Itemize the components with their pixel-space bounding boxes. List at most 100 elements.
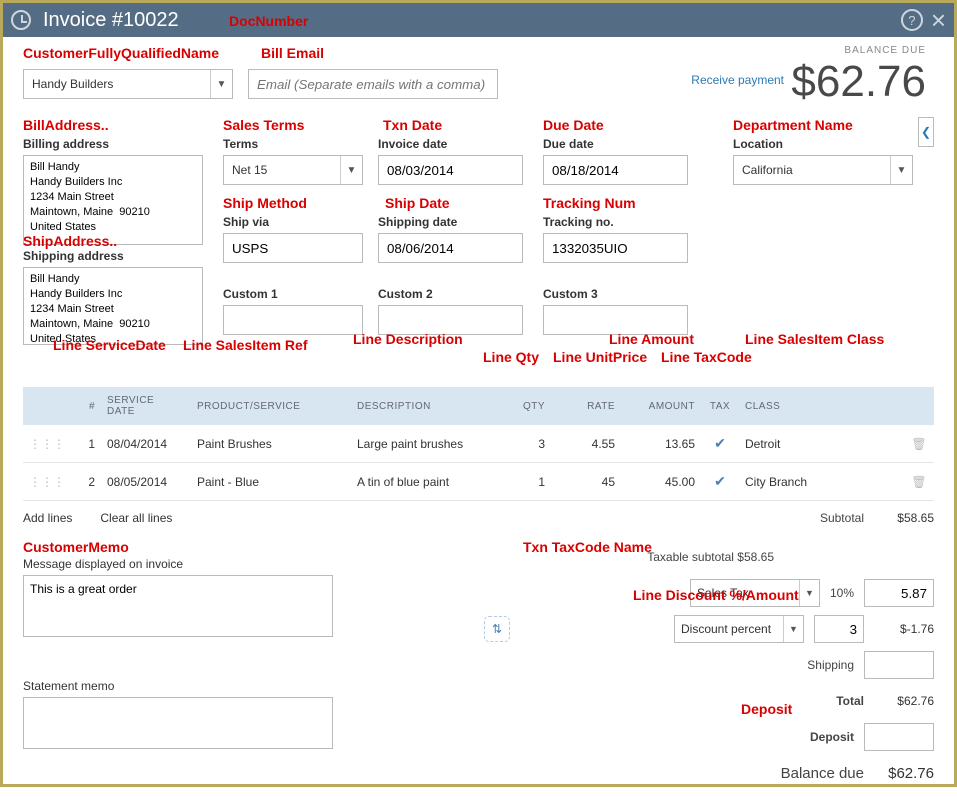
- clear-lines-button[interactable]: Clear all lines: [100, 511, 172, 525]
- subtotal-label: Subtotal: [820, 511, 864, 525]
- invoice-date-label: Invoice date: [378, 137, 523, 151]
- annot-billaddr: BillAddress..: [23, 117, 109, 133]
- tax-amount-input[interactable]: [864, 579, 934, 607]
- line-items-table: # SERVICE DATE PRODUCT/SERVICE DESCRIPTI…: [23, 387, 934, 501]
- annot-txndate: Txn Date: [383, 117, 442, 133]
- drag-handle-icon[interactable]: ⋮⋮⋮: [23, 463, 71, 501]
- shipdate-input[interactable]: [378, 233, 523, 263]
- tracking-label: Tracking no.: [543, 215, 688, 229]
- cell-num: 1: [71, 425, 101, 463]
- cell-svc[interactable]: 08/04/2014: [101, 425, 191, 463]
- discount-pct-input[interactable]: [814, 615, 864, 643]
- annot-custname: CustomerFullyQualifiedName: [23, 45, 219, 61]
- shipdate-label: Shipping date: [378, 215, 523, 229]
- cell-qty[interactable]: 1: [501, 463, 551, 501]
- stmt-memo-input[interactable]: [23, 697, 333, 749]
- balance-due-tot-value: $62.76: [874, 765, 934, 782]
- subtotal-value: $58.65: [874, 511, 934, 525]
- billing-address-input[interactable]: [23, 155, 203, 245]
- deposit-label: Deposit: [810, 730, 854, 744]
- due-date-input[interactable]: [543, 155, 688, 185]
- terms-select[interactable]: Net 15▼: [223, 155, 363, 185]
- billing-address-label: Billing address: [23, 137, 203, 151]
- discount-value: $-1.76: [874, 622, 934, 636]
- chevron-down-icon[interactable]: ▼: [783, 616, 803, 642]
- location-select[interactable]: California▼: [733, 155, 913, 185]
- col-num: #: [71, 387, 101, 425]
- annot-duedate: Due Date: [543, 117, 604, 133]
- discount-select[interactable]: Discount percent▼: [674, 615, 804, 643]
- close-icon[interactable]: ×: [931, 5, 946, 36]
- invoice-date-input[interactable]: [378, 155, 523, 185]
- cell-amt[interactable]: 45.00: [621, 463, 701, 501]
- memo-input[interactable]: [23, 575, 333, 637]
- trash-icon[interactable]: 🗑: [904, 463, 934, 501]
- tracking-input[interactable]: [543, 233, 688, 263]
- cell-desc[interactable]: Large paint brushes: [351, 425, 501, 463]
- chevron-down-icon[interactable]: ▼: [890, 156, 912, 184]
- swap-icon[interactable]: ⇅: [484, 616, 510, 642]
- taxable-label: Taxable subtotal: [647, 550, 734, 564]
- deposit-input[interactable]: [864, 723, 934, 751]
- annot-shipmethod: Ship Method: [223, 195, 307, 211]
- tax-select[interactable]: Sales Tax▼: [690, 579, 820, 607]
- email-input[interactable]: [248, 69, 498, 99]
- due-date-label: Due date: [543, 137, 688, 151]
- cell-class[interactable]: City Branch: [739, 463, 904, 501]
- check-icon: ✔: [714, 435, 726, 451]
- collapse-toggle[interactable]: ❮: [918, 117, 934, 147]
- cell-amt[interactable]: 13.65: [621, 425, 701, 463]
- shipvia-input[interactable]: [223, 233, 363, 263]
- top-bar: Invoice #10022 ? ×: [3, 3, 954, 37]
- custom2-input[interactable]: [378, 305, 523, 335]
- memo-label: Message displayed on invoice: [23, 557, 333, 571]
- table-row[interactable]: ⋮⋮⋮ 1 08/04/2014 Paint Brushes Large pai…: [23, 425, 934, 463]
- balance-due-label: BALANCE DUE: [844, 45, 926, 56]
- annot-linesvc: Line ServiceDate: [53, 337, 166, 353]
- cell-desc[interactable]: A tin of blue paint: [351, 463, 501, 501]
- total-value: $62.76: [874, 694, 934, 708]
- cell-tax[interactable]: ✔: [701, 425, 739, 463]
- custom3-input[interactable]: [543, 305, 688, 335]
- col-desc: DESCRIPTION: [351, 387, 501, 425]
- annot-lineitem: Line SalesItem Ref: [183, 337, 308, 353]
- col-product: PRODUCT/SERVICE: [191, 387, 351, 425]
- stmt-memo-label: Statement memo: [23, 679, 333, 693]
- shipping-address-label: Shipping address: [23, 249, 203, 263]
- chevron-down-icon[interactable]: ▼: [340, 156, 362, 184]
- terms-label: Terms: [223, 137, 363, 151]
- cell-qty[interactable]: 3: [501, 425, 551, 463]
- custom1-input[interactable]: [223, 305, 363, 335]
- annot-lineqty: Line Qty: [483, 349, 539, 365]
- annot-linetax: Line TaxCode: [661, 349, 752, 365]
- custom1-label: Custom 1: [223, 287, 363, 301]
- chevron-down-icon[interactable]: ▼: [210, 70, 232, 98]
- chevron-down-icon[interactable]: ▼: [799, 580, 819, 606]
- history-icon[interactable]: [11, 10, 31, 30]
- col-rate: RATE: [551, 387, 621, 425]
- annot-salesterms: Sales Terms: [223, 117, 304, 133]
- receive-payment-link[interactable]: Receive payment: [691, 73, 784, 87]
- drag-handle-icon[interactable]: ⋮⋮⋮: [23, 425, 71, 463]
- customer-select[interactable]: Handy Builders ▼: [23, 69, 233, 99]
- cell-prod[interactable]: Paint - Blue: [191, 463, 351, 501]
- trash-icon[interactable]: 🗑: [904, 425, 934, 463]
- cell-svc[interactable]: 08/05/2014: [101, 463, 191, 501]
- balance-due-amount: $62.76: [791, 57, 926, 107]
- annot-custmemo: CustomerMemo: [23, 539, 129, 555]
- col-amt: AMOUNT: [621, 387, 701, 425]
- shipping-input[interactable]: [864, 651, 934, 679]
- annot-lineunit: Line UnitPrice: [553, 349, 647, 365]
- help-icon[interactable]: ?: [901, 9, 923, 31]
- page-title: Invoice #10022: [43, 9, 179, 32]
- location-label: Location: [733, 137, 913, 151]
- table-row[interactable]: ⋮⋮⋮ 2 08/05/2014 Paint - Blue A tin of b…: [23, 463, 934, 501]
- cell-class[interactable]: Detroit: [739, 425, 904, 463]
- cell-rate[interactable]: 4.55: [551, 425, 621, 463]
- add-lines-button[interactable]: Add lines: [23, 511, 72, 525]
- shipping-address-input[interactable]: [23, 267, 203, 345]
- cell-tax[interactable]: ✔: [701, 463, 739, 501]
- custom3-label: Custom 3: [543, 287, 688, 301]
- cell-prod[interactable]: Paint Brushes: [191, 425, 351, 463]
- cell-rate[interactable]: 45: [551, 463, 621, 501]
